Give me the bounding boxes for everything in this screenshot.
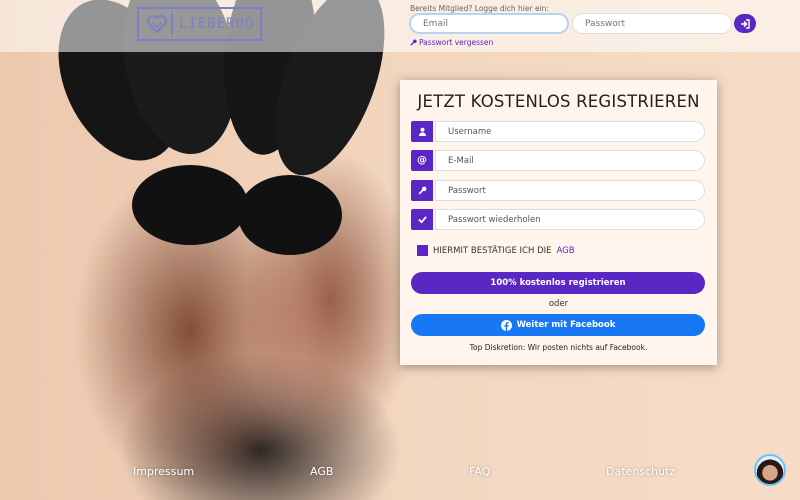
facebook-login-button[interactable]: Weiter mit Facebook bbox=[411, 314, 705, 336]
footer-link-faq[interactable]: FAQ bbox=[469, 465, 490, 478]
chat-support-avatar[interactable] bbox=[754, 454, 786, 486]
or-separator: oder bbox=[548, 299, 569, 309]
logo-text: LIEBEROO bbox=[179, 16, 255, 32]
facebook-button-label: Weiter mit Facebook bbox=[516, 320, 616, 330]
footer-link-impressum[interactable]: Impressum bbox=[133, 465, 194, 478]
login-submit-button[interactable] bbox=[734, 14, 756, 33]
footer-link-datenschutz[interactable]: Datenschutz bbox=[606, 465, 675, 478]
heart-icon bbox=[147, 13, 173, 35]
footer-link-agb[interactable]: AGB bbox=[310, 465, 333, 478]
sign-in-icon bbox=[741, 18, 750, 29]
brand-logo[interactable]: LIEBEROO bbox=[137, 7, 262, 41]
facebook-icon bbox=[500, 319, 512, 331]
facebook-discretion-note: Top Diskretion: Wir posten nichts auf Fa… bbox=[469, 343, 648, 352]
